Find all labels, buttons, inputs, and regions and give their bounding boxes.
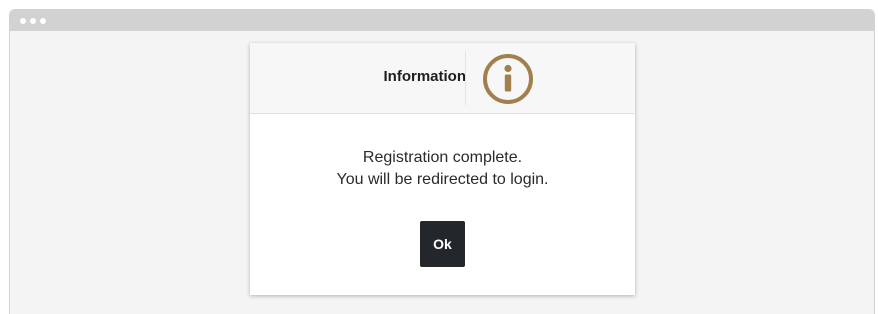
window-titlebar xyxy=(10,10,874,31)
information-dialog: Information Registration complete. You w… xyxy=(250,43,635,295)
message-line: Registration complete. xyxy=(362,149,523,166)
browser-window: Information Registration complete. You w… xyxy=(9,9,875,314)
message-line: You will be redirected to login. xyxy=(336,171,549,188)
dialog-message: Registration complete. You will be redir… xyxy=(250,147,635,191)
info-circle-icon xyxy=(483,54,533,104)
window-control-dot[interactable] xyxy=(30,18,36,24)
header-divider xyxy=(465,51,466,105)
dialog-title: Information xyxy=(383,68,467,85)
window-control-dot[interactable] xyxy=(40,18,46,24)
dialog-header: Information xyxy=(250,43,635,114)
ok-button[interactable]: Ok xyxy=(420,221,465,267)
window-control-dot[interactable] xyxy=(20,18,26,24)
